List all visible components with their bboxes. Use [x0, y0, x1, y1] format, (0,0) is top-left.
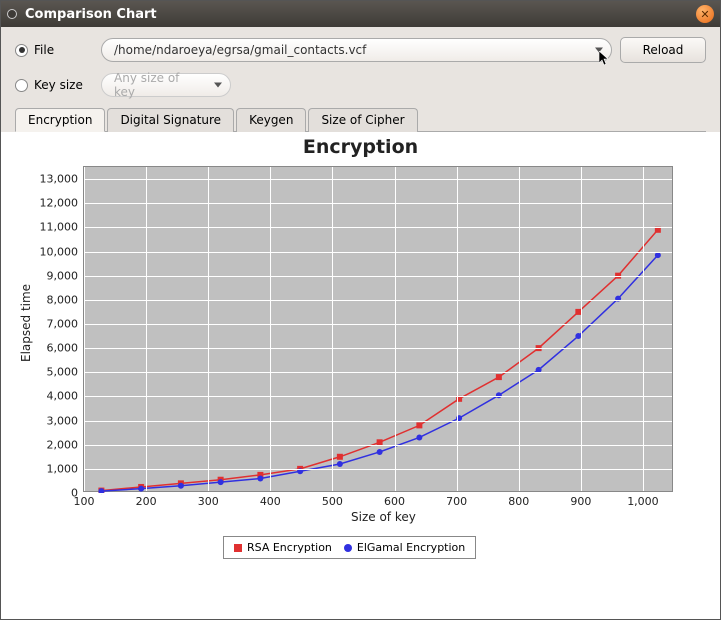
chevron-down-icon: [214, 83, 222, 88]
close-button[interactable]: ✕: [696, 5, 714, 23]
cursor-icon: [599, 51, 615, 67]
file-radio-label: File: [34, 43, 54, 57]
close-icon: ✕: [700, 9, 709, 20]
radio-icon: [15, 44, 28, 57]
y-tick-label: 3,000: [47, 414, 79, 427]
file-combo-value: /home/ndaroeya/egrsa/gmail_contacts.vcf: [114, 43, 366, 57]
window-title: Comparison Chart: [25, 7, 696, 22]
gridline: [84, 421, 672, 422]
y-tick-label: 11,000: [40, 221, 79, 234]
y-tick-label: 12,000: [40, 197, 79, 210]
tabs: EncryptionDigital SignatureKeygenSize of…: [15, 107, 706, 132]
legend-label: ElGamal Encryption: [357, 541, 465, 554]
reload-label: Reload: [643, 43, 684, 57]
gridline: [84, 469, 672, 470]
circle-marker-icon: [344, 544, 352, 552]
plot-area: 01,0002,0003,0004,0005,0006,0007,0008,00…: [83, 166, 673, 492]
keysize-radio-label: Key size: [34, 78, 83, 92]
square-marker-icon: [234, 544, 242, 552]
tab-size-of-cipher[interactable]: Size of Cipher: [308, 108, 417, 132]
gridline: [208, 167, 209, 491]
y-axis-label: Elapsed time: [19, 284, 33, 362]
file-radio-group[interactable]: File: [15, 43, 93, 57]
y-tick-label: 6,000: [47, 342, 79, 355]
x-tick-label: 500: [322, 495, 343, 508]
app-window: Comparison Chart ✕ File /home/ndaroeya/e…: [0, 0, 721, 620]
chart-pane: Encryption 01,0002,0003,0004,0005,0006,0…: [1, 132, 720, 619]
toolbar: File /home/ndaroeya/egrsa/gmail_contacts…: [1, 27, 720, 101]
gridline: [332, 167, 333, 491]
tab-encryption[interactable]: Encryption: [15, 108, 105, 132]
file-combo[interactable]: /home/ndaroeya/egrsa/gmail_contacts.vcf: [101, 38, 612, 62]
gridline: [84, 324, 672, 325]
gridline: [84, 396, 672, 397]
titlebar: Comparison Chart ✕: [1, 1, 720, 27]
x-tick-label: 900: [570, 495, 591, 508]
x-tick-label: 200: [136, 495, 157, 508]
legend: RSA Encryption ElGamal Encryption: [223, 536, 476, 559]
x-tick-label: 1,000: [627, 495, 659, 508]
y-tick-label: 5,000: [47, 366, 79, 379]
gridline: [457, 167, 458, 491]
gridline: [643, 167, 644, 491]
gridline: [395, 167, 396, 491]
x-tick-label: 600: [384, 495, 405, 508]
legend-item-elgamal: ElGamal Encryption: [344, 541, 465, 554]
gridline: [84, 276, 672, 277]
x-axis-label: Size of key: [351, 510, 416, 524]
gridline: [84, 445, 672, 446]
tab-keygen[interactable]: Keygen: [236, 108, 306, 132]
radio-icon: [15, 79, 28, 92]
y-tick-label: 10,000: [40, 245, 79, 258]
gridline: [84, 179, 672, 180]
keysize-combo: Any size of key: [101, 73, 231, 97]
gridline: [84, 300, 672, 301]
keysize-combo-value: Any size of key: [114, 71, 204, 99]
x-tick-label: 700: [446, 495, 467, 508]
x-tick-label: 300: [198, 495, 219, 508]
y-tick-label: 4,000: [47, 390, 79, 403]
plot-svg: [84, 167, 672, 491]
chart-title: Encryption: [1, 136, 720, 158]
gridline: [146, 167, 147, 491]
y-tick-label: 7,000: [47, 317, 79, 330]
legend-label: RSA Encryption: [247, 541, 332, 554]
y-tick-label: 2,000: [47, 438, 79, 451]
legend-item-rsa: RSA Encryption: [234, 541, 332, 554]
gridline: [84, 227, 672, 228]
gridline: [84, 167, 85, 491]
gridline: [84, 493, 672, 494]
reload-button[interactable]: Reload: [620, 37, 706, 63]
gridline: [519, 167, 520, 491]
x-tick-label: 800: [508, 495, 529, 508]
gridline: [581, 167, 582, 491]
keysize-radio-group[interactable]: Key size: [15, 78, 93, 92]
gridline: [84, 372, 672, 373]
gridline: [84, 252, 672, 253]
gridline: [270, 167, 271, 491]
gridline: [84, 203, 672, 204]
x-tick-label: 100: [74, 495, 95, 508]
tabs-bar: EncryptionDigital SignatureKeygenSize of…: [1, 107, 720, 132]
x-tick-label: 400: [260, 495, 281, 508]
gridline: [84, 348, 672, 349]
y-tick-label: 13,000: [40, 173, 79, 186]
y-tick-label: 9,000: [47, 269, 79, 282]
y-tick-label: 1,000: [47, 462, 79, 475]
chevron-down-icon: [595, 48, 603, 53]
tab-digital-signature[interactable]: Digital Signature: [107, 108, 234, 132]
app-icon: [7, 9, 17, 19]
y-tick-label: 8,000: [47, 293, 79, 306]
